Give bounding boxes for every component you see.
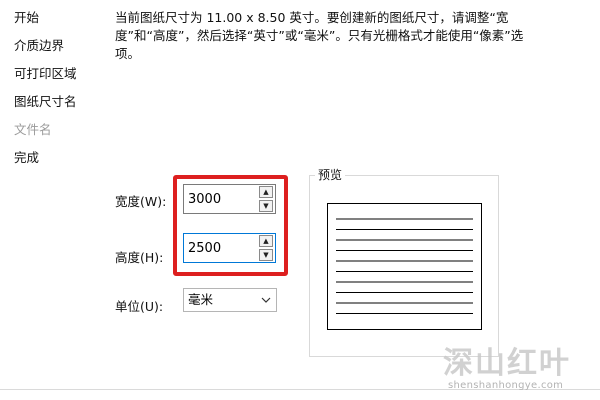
- height-label: 高度(H):: [115, 250, 164, 265]
- step-printable-area[interactable]: 可打印区域: [14, 66, 77, 82]
- wizard-step-sidebar: 开始 介质边界 可打印区域 图纸尺寸名 文件名 完成: [0, 0, 105, 390]
- step-file-name: 文件名: [14, 122, 52, 137]
- page-setup-dialog: 开始 介质边界 可打印区域 图纸尺寸名 文件名 完成 当前图纸尺寸为 11.00…: [0, 0, 600, 400]
- preview-group-title: 预览: [315, 167, 346, 183]
- step-start[interactable]: 开始: [14, 10, 39, 26]
- unit-label: 单位(U):: [115, 299, 164, 314]
- watermark-url: shenshanhongye.com: [448, 380, 564, 391]
- step-media-bounds[interactable]: 介质边界: [14, 38, 64, 54]
- watermark-logo-text: 深山红叶: [443, 346, 571, 378]
- red-highlight-annotation: [173, 175, 288, 276]
- unit-dropdown[interactable]: 毫米: [183, 288, 277, 312]
- step-paper-size-name[interactable]: 图纸尺寸名: [14, 94, 77, 110]
- instruction-text: 当前图纸尺寸为 11.00 x 8.50 英寸。要创建新的图纸尺寸，请调整“宽度…: [115, 10, 524, 61]
- chevron-down-icon: [261, 297, 271, 303]
- width-label: 宽度(W):: [115, 194, 167, 209]
- watermark-logo: 深山红叶: [443, 346, 571, 378]
- unit-selected-value: 毫米: [188, 292, 214, 307]
- preview-paper: [327, 203, 482, 330]
- step-finish[interactable]: 完成: [14, 150, 39, 166]
- preview-lines: [336, 218, 473, 314]
